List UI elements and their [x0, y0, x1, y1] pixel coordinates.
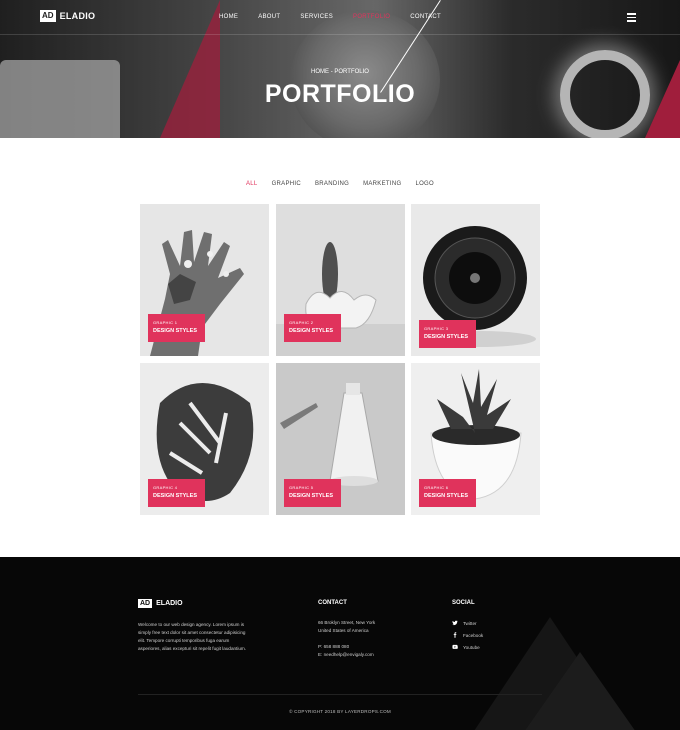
footer-decor-triangle: [510, 652, 650, 730]
filter-branding[interactable]: BRANDING: [315, 181, 349, 187]
portfolio-card[interactable]: GRAPHIC 5 DESIGN STYLES: [276, 363, 405, 515]
card-caption: GRAPHIC 4 DESIGN STYLES: [148, 479, 205, 507]
breadcrumb: HOME - PORTFOLIO: [311, 69, 369, 75]
nav-item-about[interactable]: ABOUT: [258, 14, 280, 20]
filter-marketing[interactable]: MARKETING: [363, 181, 401, 187]
footer-contact-info: 66 Broklyn Street, New York United State…: [318, 619, 375, 659]
site-footer: AD ELADIO Welcome to our web design agen…: [0, 557, 680, 730]
footer-social-heading: SOCIAL: [452, 600, 475, 606]
hero-banner: AD ELADIO HOME ABOUT SERVICES PORTFOLIO …: [0, 0, 680, 138]
logo-mark: AD: [40, 10, 56, 22]
portfolio-card[interactable]: GRAPHIC 2 DESIGN STYLES: [276, 204, 405, 356]
portfolio-filters: ALL GRAPHIC BRANDING MARKETING LOGO: [0, 181, 680, 187]
footer-logo[interactable]: AD ELADIO: [138, 599, 183, 608]
filter-all[interactable]: ALL: [246, 181, 258, 187]
address-line-2: United States of America: [318, 628, 369, 633]
card-caption: GRAPHIC 2 DESIGN STYLES: [284, 314, 341, 342]
card-caption: GRAPHIC 1 DESIGN STYLES: [148, 314, 205, 342]
portfolio-card[interactable]: GRAPHIC 6 DESIGN STYLES: [411, 363, 540, 515]
facebook-icon: [453, 632, 457, 638]
social-link-twitter[interactable]: Twitter: [452, 617, 483, 629]
nav-item-services[interactable]: SERVICES: [300, 14, 333, 20]
top-navbar: AD ELADIO HOME ABOUT SERVICES PORTFOLIO …: [0, 0, 680, 35]
filter-logo[interactable]: LOGO: [415, 181, 434, 187]
copyright-text: © COPYRIGHT 2018 BY LAYERDROPS.COM: [289, 709, 391, 714]
logo-name: ELADIO: [59, 11, 96, 21]
portfolio-card[interactable]: GRAPHIC 4 DESIGN STYLES: [140, 363, 269, 515]
page-title: PORTFOLIO: [264, 80, 416, 108]
footer-divider: [138, 694, 542, 695]
nav-item-home[interactable]: HOME: [219, 14, 238, 20]
social-links: Twitter Facebook Youtube: [452, 617, 483, 653]
phone-number: P: 658 888 080: [318, 644, 350, 649]
footer-contact-heading: CONTACT: [318, 600, 347, 606]
filter-graphic[interactable]: GRAPHIC: [272, 181, 301, 187]
hamburger-menu-icon[interactable]: [627, 13, 636, 22]
social-link-youtube[interactable]: Youtube: [452, 641, 483, 653]
email-address[interactable]: E: needhelp@envigaly.com: [318, 651, 375, 659]
twitter-icon: [452, 620, 458, 626]
nav-item-contact[interactable]: CONTACT: [410, 14, 441, 20]
footer-about-text: Welcome to our web design agency. Lorem …: [138, 622, 247, 651]
youtube-icon: [452, 644, 458, 649]
portfolio-card[interactable]: GRAPHIC 3 DESIGN STYLES: [411, 204, 540, 356]
card-caption: GRAPHIC 3 DESIGN STYLES: [419, 320, 476, 348]
card-caption: GRAPHIC 5 DESIGN STYLES: [284, 479, 341, 507]
main-menu: HOME ABOUT SERVICES PORTFOLIO CONTACT: [219, 14, 441, 20]
site-logo[interactable]: AD ELADIO: [40, 10, 95, 22]
card-caption: GRAPHIC 6 DESIGN STYLES: [419, 479, 476, 507]
portfolio-card[interactable]: GRAPHIC 1 DESIGN STYLES: [140, 204, 269, 356]
address-line-1: 66 Broklyn Street, New York: [318, 620, 376, 625]
social-link-facebook[interactable]: Facebook: [452, 629, 483, 641]
nav-item-portfolio[interactable]: PORTFOLIO: [353, 14, 390, 20]
